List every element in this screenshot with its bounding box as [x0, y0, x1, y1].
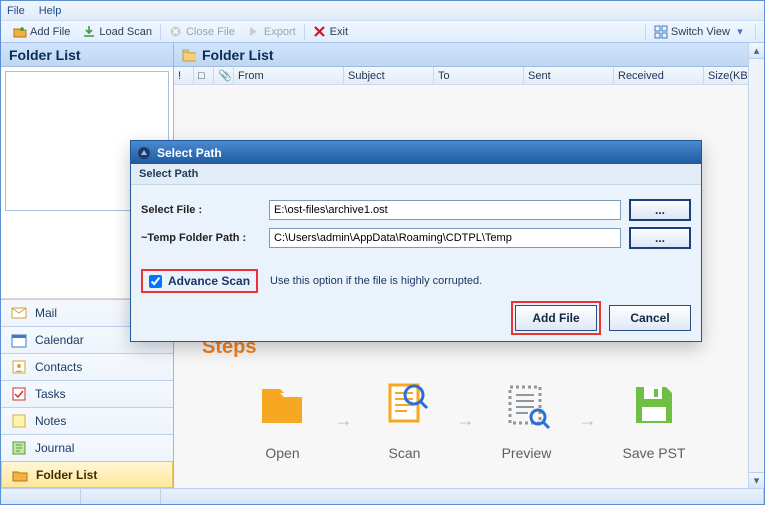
toolbar: Add File Load Scan Close File Export Exi…	[1, 21, 764, 43]
right-panel-title: Folder List	[174, 43, 764, 67]
tb-export: Export	[241, 25, 302, 39]
add-file-button[interactable]: Add File	[515, 305, 597, 331]
column-[interactable]: □	[194, 67, 214, 84]
tb-export-label: Export	[264, 26, 296, 38]
step-open: Open	[256, 379, 308, 461]
column-sent[interactable]: Sent	[524, 67, 614, 84]
nav-item-notes[interactable]: Notes	[1, 407, 173, 434]
notes-icon	[11, 413, 27, 429]
menu-help[interactable]: Help	[39, 5, 62, 17]
advance-scan-box: Advance Scan	[141, 269, 258, 293]
folder-icon	[12, 467, 28, 483]
contacts-icon	[11, 359, 27, 375]
tb-load-scan[interactable]: Load Scan	[76, 25, 158, 39]
arrow-right-icon: →	[456, 410, 474, 431]
column-subject[interactable]: Subject	[344, 67, 434, 84]
statusbar	[1, 488, 764, 504]
play-icon	[247, 25, 261, 39]
nav-item-label: Notes	[35, 414, 66, 428]
column-received[interactable]: Received	[614, 67, 704, 84]
close-icon	[169, 25, 183, 39]
row-temp-path: ~Temp Folder Path : ...	[141, 227, 691, 249]
select-file-label: Select File :	[141, 204, 261, 216]
column-from[interactable]: From	[234, 67, 344, 84]
step-preview: Preview	[500, 379, 552, 461]
steps-row: Open → Scan → Preview → Save PST	[256, 379, 685, 461]
scroll-up-icon[interactable]: ▴	[749, 43, 764, 59]
arrow-right-icon: →	[334, 410, 352, 431]
step-label: Scan	[389, 445, 421, 461]
mail-icon	[11, 305, 27, 321]
scroll-down-icon[interactable]: ▾	[749, 472, 764, 488]
tb-exit[interactable]: Exit	[307, 25, 354, 39]
step-label: Save PST	[622, 445, 685, 461]
vertical-scrollbar[interactable]: ▴ ▾	[748, 43, 764, 488]
column-[interactable]: 📎	[214, 67, 234, 84]
nav-item-tasks[interactable]: Tasks	[1, 380, 173, 407]
step-icon	[500, 379, 552, 431]
grid-icon	[654, 25, 668, 39]
menu-file[interactable]: File	[7, 5, 25, 17]
step-scan: Scan	[378, 379, 430, 461]
calendar-icon	[11, 332, 27, 348]
row-select-file: Select File : ...	[141, 199, 691, 221]
nav-item-journal[interactable]: Journal	[1, 434, 173, 461]
left-panel-title: Folder List	[1, 43, 173, 67]
dialog-select-path: Select Path Select Path Select File : ..…	[131, 141, 701, 341]
temp-path-input[interactable]	[269, 228, 621, 248]
app-icon	[137, 146, 151, 160]
step-label: Open	[265, 445, 299, 461]
nav-item-label: Mail	[35, 306, 57, 320]
grid-header: !□📎FromSubjectToSentReceivedSize(KB)	[174, 67, 764, 85]
tb-switch-view-label: Switch View	[671, 26, 730, 38]
browse-file-button[interactable]: ...	[629, 199, 691, 221]
advance-scan-checkbox[interactable]	[149, 275, 162, 288]
nav-item-label: Tasks	[35, 387, 66, 401]
temp-path-label: ~Temp Folder Path :	[141, 232, 261, 244]
right-panel-title-text: Folder List	[202, 47, 274, 63]
browse-temp-button[interactable]: ...	[629, 227, 691, 249]
nav-item-label: Folder List	[36, 468, 97, 482]
tb-switch-view[interactable]: Switch View ▾	[648, 25, 753, 39]
tb-add-file[interactable]: Add File	[7, 25, 76, 39]
tb-close-file: Close File	[163, 25, 241, 39]
select-file-input[interactable]	[269, 200, 621, 220]
step-icon	[378, 379, 430, 431]
advance-scan-desc: Use this option if the file is highly co…	[270, 275, 482, 287]
cancel-button[interactable]: Cancel	[609, 305, 691, 331]
tb-add-file-label: Add File	[30, 26, 70, 38]
x-icon	[313, 25, 327, 39]
nav-item-label: Contacts	[35, 360, 82, 374]
dialog-title: Select Path	[157, 146, 222, 160]
advance-scan-label: Advance Scan	[168, 274, 250, 288]
dialog-titlebar[interactable]: Select Path	[131, 141, 701, 164]
column-[interactable]: !	[174, 67, 194, 84]
tb-load-scan-label: Load Scan	[99, 26, 152, 38]
tb-close-file-label: Close File	[186, 26, 235, 38]
step-icon	[628, 379, 680, 431]
tasks-icon	[11, 386, 27, 402]
download-icon	[82, 25, 96, 39]
advance-scan-row: Advance Scan Use this option if the file…	[131, 263, 701, 299]
dialog-section-head: Select Path	[131, 164, 701, 185]
column-to[interactable]: To	[434, 67, 524, 84]
nav-item-folder-list[interactable]: Folder List	[1, 461, 173, 488]
nav-item-label: Calendar	[35, 333, 84, 347]
folder-open-icon	[182, 48, 196, 62]
menubar: File Help	[1, 1, 764, 21]
step-save-pst: Save PST	[622, 379, 685, 461]
tb-exit-label: Exit	[330, 26, 348, 38]
journal-icon	[11, 440, 27, 456]
nav-item-label: Journal	[35, 441, 74, 455]
chevron-down-icon: ▾	[733, 25, 747, 39]
arrow-right-icon: →	[578, 410, 596, 431]
folder-plus-icon	[13, 25, 27, 39]
step-icon	[256, 379, 308, 431]
nav-item-contacts[interactable]: Contacts	[1, 353, 173, 380]
step-label: Preview	[502, 445, 552, 461]
